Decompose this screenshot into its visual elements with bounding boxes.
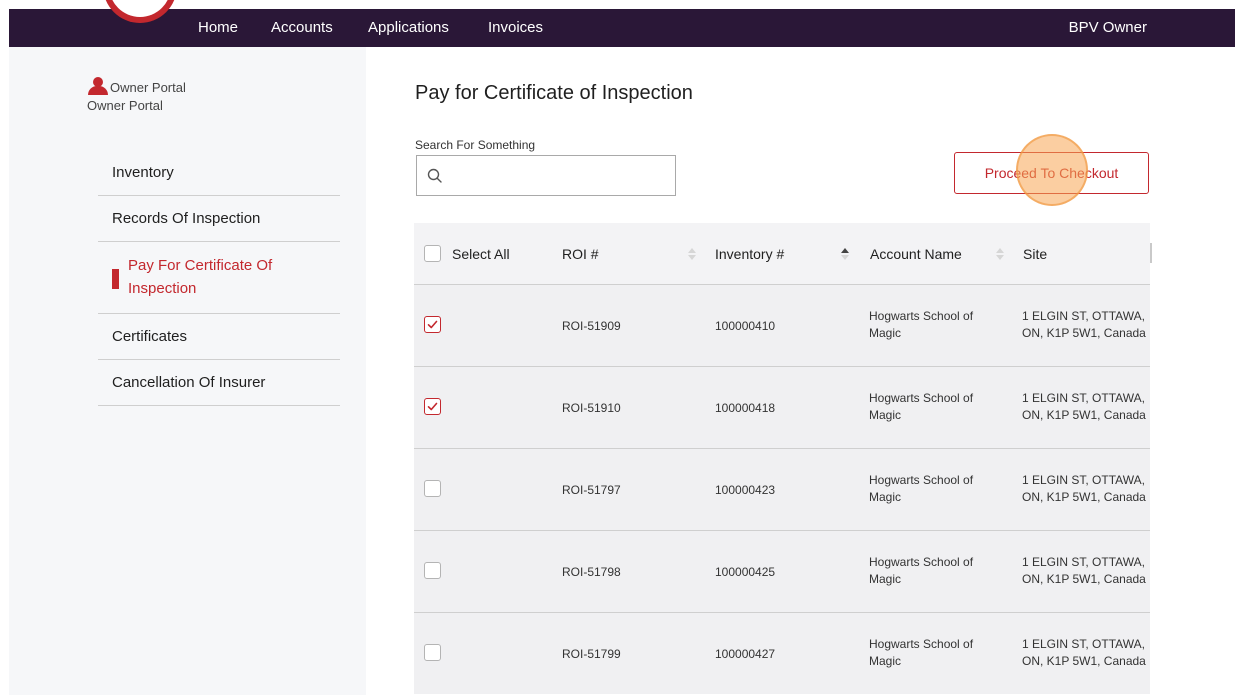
sidebar-item-label: Cancellation Of Insurer bbox=[112, 373, 266, 391]
search-label: Search For Something bbox=[415, 138, 536, 152]
table-header: Select All ROI # Inventory # Account Nam… bbox=[414, 223, 1152, 284]
sidebar-item-pay-for-certificate[interactable]: Pay For Certificate Of Inspection bbox=[98, 242, 340, 314]
nav-home[interactable]: Home bbox=[198, 19, 238, 36]
column-label: Site bbox=[1023, 245, 1048, 262]
checkmark-icon bbox=[427, 320, 438, 329]
table-row[interactable]: ROI-51798 100000425 Hogwarts School of M… bbox=[414, 530, 1150, 612]
portal-subtitle: Owner Portal bbox=[87, 98, 163, 113]
inventory-number: 100000425 bbox=[715, 565, 776, 579]
active-indicator bbox=[112, 269, 119, 289]
nav-invoices[interactable]: Invoices bbox=[488, 19, 543, 36]
nav-applications[interactable]: Applications bbox=[368, 19, 449, 36]
inventory-number: 100000423 bbox=[715, 483, 776, 497]
roi-number: ROI-51909 bbox=[562, 319, 621, 333]
account-name: Hogwarts School of Magic bbox=[869, 555, 974, 587]
column-label: Inventory # bbox=[715, 245, 785, 262]
person-icon bbox=[87, 77, 109, 95]
portal-header: Owner Portal Owner Portal bbox=[87, 77, 186, 113]
proceed-to-checkout-button[interactable]: Proceed To Checkout bbox=[954, 152, 1149, 194]
table-row[interactable]: ROI-51910 100000418 Hogwarts School of M… bbox=[414, 366, 1150, 448]
nav-accounts[interactable]: Accounts bbox=[271, 19, 333, 36]
column-header-roi[interactable]: ROI # bbox=[562, 223, 702, 284]
sort-icon[interactable] bbox=[996, 247, 1004, 263]
sidebar-item-cancellation-of-insurer[interactable]: Cancellation Of Insurer bbox=[98, 360, 340, 406]
table-row[interactable]: ROI-51797 100000423 Hogwarts School of M… bbox=[414, 448, 1150, 530]
top-navigation-bar: Home Accounts Applications Invoices BPV … bbox=[9, 0, 1235, 47]
sidebar-item-certificates[interactable]: Certificates bbox=[98, 314, 340, 360]
column-header-inventory[interactable]: Inventory # bbox=[715, 223, 855, 284]
select-all-checkbox[interactable] bbox=[424, 245, 441, 262]
table-row[interactable]: ROI-51799 100000427 Hogwarts School of M… bbox=[414, 612, 1150, 694]
sidebar-item-label: Certificates bbox=[112, 327, 188, 345]
sidebar-item-label: Inventory bbox=[112, 164, 174, 181]
site-address: 1 ELGIN ST, OTTAWA, ON, K1P 5W1, Canada bbox=[1022, 309, 1146, 341]
inventory-number: 100000418 bbox=[715, 401, 776, 415]
checkmark-icon bbox=[427, 402, 438, 411]
user-menu[interactable]: BPV Owner bbox=[1069, 19, 1147, 36]
column-label: ROI # bbox=[562, 245, 599, 262]
sidebar-item-label: Pay For Certificate Of Inspection bbox=[128, 257, 273, 298]
account-name: Hogwarts School of Magic bbox=[869, 637, 974, 669]
sidebar-item-records-of-inspection[interactable]: Records Of Inspection bbox=[98, 196, 340, 242]
search-field[interactable] bbox=[416, 155, 676, 196]
inventory-number: 100000410 bbox=[715, 319, 776, 333]
search-input[interactable] bbox=[447, 156, 672, 195]
table-row[interactable]: ROI-51909 100000410 Hogwarts School of M… bbox=[414, 284, 1150, 366]
portal-title: Owner Portal bbox=[110, 80, 186, 95]
row-checkbox[interactable] bbox=[424, 480, 441, 497]
roi-number: ROI-51910 bbox=[562, 401, 621, 415]
site-address: 1 ELGIN ST, OTTAWA, ON, K1P 5W1, Canada bbox=[1022, 555, 1146, 587]
select-all-label: Select All bbox=[452, 245, 510, 262]
row-checkbox[interactable] bbox=[424, 562, 441, 579]
page-title: Pay for Certificate of Inspection bbox=[415, 82, 693, 104]
column-header-account-name[interactable]: Account Name bbox=[870, 223, 1010, 284]
row-checkbox[interactable] bbox=[424, 644, 441, 661]
sidebar-menu: Inventory Records Of Inspection Pay For … bbox=[98, 150, 340, 406]
table-body: ROI-51909 100000410 Hogwarts School of M… bbox=[414, 284, 1150, 694]
roi-number: ROI-51798 bbox=[562, 565, 621, 579]
search-icon bbox=[427, 168, 443, 189]
sidebar: Owner Portal Owner Portal Inventory Reco… bbox=[9, 47, 366, 695]
account-name: Hogwarts School of Magic bbox=[869, 473, 974, 505]
account-name: Hogwarts School of Magic bbox=[869, 309, 974, 341]
roi-number: ROI-51799 bbox=[562, 647, 621, 661]
sidebar-item-inventory[interactable]: Inventory bbox=[98, 150, 340, 196]
account-name: Hogwarts School of Magic bbox=[869, 391, 974, 423]
column-label: Account Name bbox=[870, 245, 962, 262]
row-checkbox[interactable] bbox=[424, 316, 441, 333]
site-address: 1 ELGIN ST, OTTAWA, ON, K1P 5W1, Canada bbox=[1022, 473, 1146, 505]
site-address: 1 ELGIN ST, OTTAWA, ON, K1P 5W1, Canada bbox=[1022, 637, 1146, 669]
column-divider bbox=[1150, 243, 1152, 263]
column-header-site[interactable]: Site bbox=[1023, 223, 1150, 284]
sidebar-item-label: Records Of Inspection bbox=[112, 210, 261, 227]
sort-icon[interactable] bbox=[841, 247, 849, 263]
select-all-header[interactable]: Select All bbox=[424, 223, 510, 284]
inspection-table: Select All ROI # Inventory # Account Nam… bbox=[414, 223, 1152, 694]
roi-number: ROI-51797 bbox=[562, 483, 621, 497]
logo[interactable] bbox=[103, 0, 177, 23]
row-checkbox[interactable] bbox=[424, 398, 441, 415]
site-address: 1 ELGIN ST, OTTAWA, ON, K1P 5W1, Canada bbox=[1022, 391, 1146, 423]
inventory-number: 100000427 bbox=[715, 647, 776, 661]
sort-icon[interactable] bbox=[688, 247, 696, 263]
